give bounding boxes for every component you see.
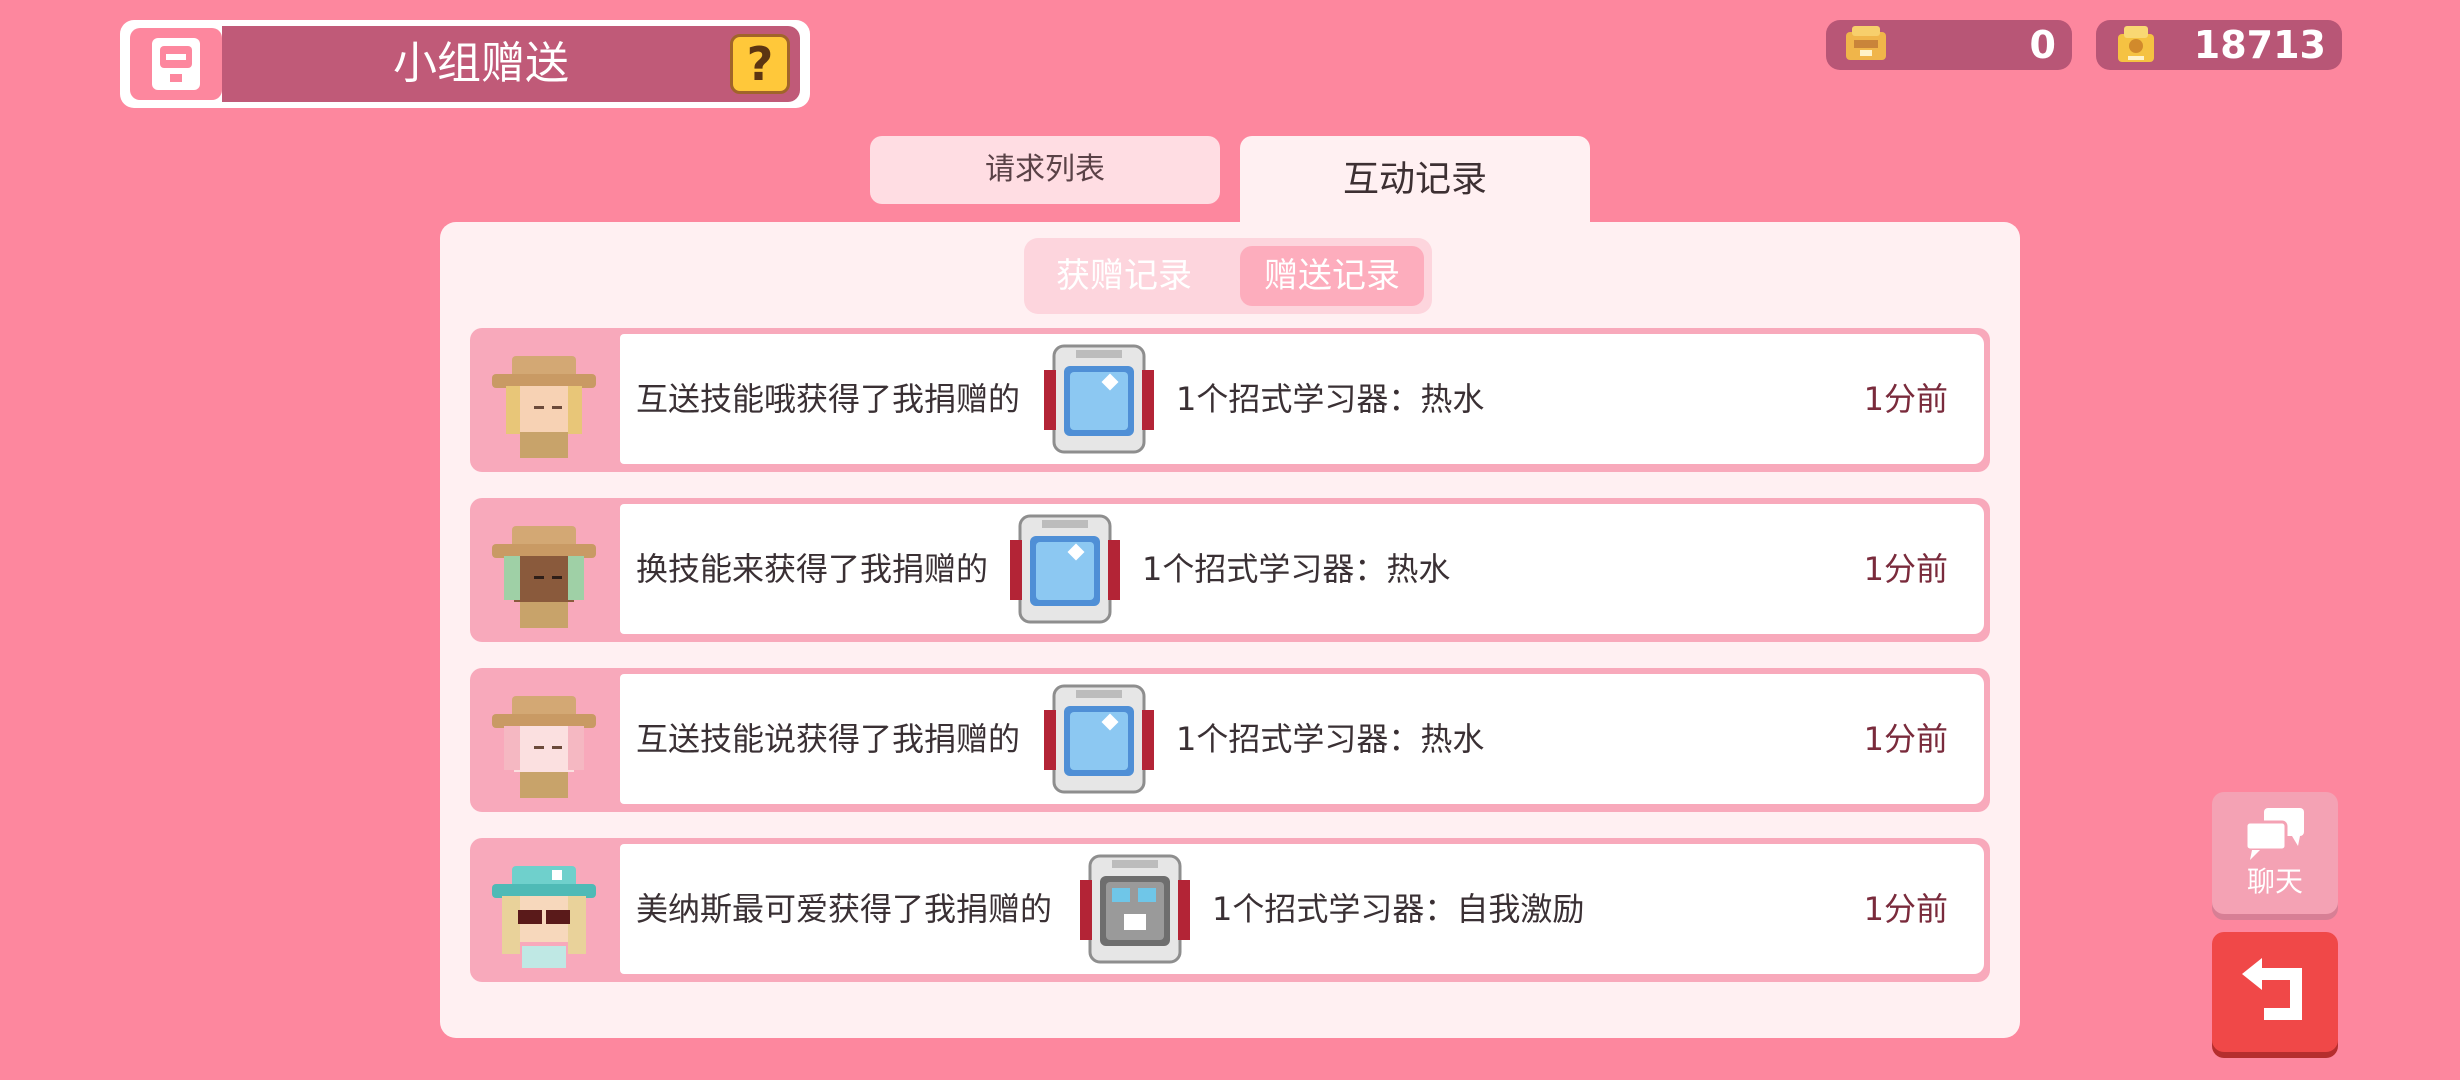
records-panel: 获赠记录 赠送记录 互送技能哦获得了我捐赠的 1个招式学习器：热水 1分前 换技… (440, 222, 2020, 1038)
record-time: 1分前 (1863, 380, 1948, 418)
record-message: 互送技能说获得了我捐赠的 (636, 720, 1021, 758)
record-message: 换技能来获得了我捐赠的 (636, 550, 989, 588)
avatar-frame (470, 328, 620, 472)
page-title: 小组赠送 (393, 38, 569, 89)
return-arrow-icon (2242, 958, 2302, 1020)
sent-records-tab[interactable]: 赠送记录 (1240, 246, 1424, 306)
bean-count: 0 (2029, 23, 2056, 67)
record-content: 互送技能哦获得了我捐赠的 1个招式学习器：热水 1分前 (620, 334, 1984, 464)
tab-interaction-records[interactable]: 互动记录 (1240, 136, 1590, 232)
record-message: 美纳斯最可爱获得了我捐赠的 (636, 890, 1053, 928)
avatar-frame (470, 838, 620, 982)
move-learner-icon (1010, 514, 1120, 624)
record-item: 换技能来获得了我捐赠的 1个招式学习器：热水 1分前 (470, 498, 1990, 642)
record-item: 美纳斯最可爱获得了我捐赠的 1个招式学习器：自我激励 1分前 (470, 838, 1990, 982)
tab-request-list[interactable]: 请求列表 (870, 136, 1220, 204)
record-item: 互送技能说获得了我捐赠的 1个招式学习器：热水 1分前 (470, 668, 1990, 812)
record-content: 互送技能说获得了我捐赠的 1个招式学习器：热水 1分前 (620, 674, 1984, 804)
avatar[interactable] (482, 352, 606, 462)
title-panel: 小组赠送 ? (120, 20, 810, 108)
self-motivation-learner-icon (1080, 854, 1190, 964)
chat-button[interactable]: 聊天 (2212, 792, 2338, 914)
avatar[interactable] (482, 522, 606, 632)
move-learner-icon (1044, 684, 1154, 794)
record-time: 1分前 (1863, 550, 1948, 588)
record-item-name: 1个招式学习器：热水 (1176, 720, 1485, 758)
coin-count: 18713 (2193, 23, 2326, 67)
record-content: 美纳斯最可爱获得了我捐赠的 1个招式学习器：自我激励 1分前 (620, 844, 1984, 974)
record-item-name: 1个招式学习器：热水 (1142, 550, 1451, 588)
received-records-tab[interactable]: 获赠记录 (1034, 246, 1214, 306)
record-type-switch: 获赠记录 赠送记录 (1024, 238, 1432, 314)
record-item: 互送技能哦获得了我捐赠的 1个招式学习器：热水 1分前 (470, 328, 1990, 472)
title-bar: 小组赠送 ? (222, 26, 800, 102)
group-logo-icon (130, 28, 222, 100)
coin-currency-icon (2118, 26, 2154, 62)
record-message: 互送技能哦获得了我捐赠的 (636, 380, 1021, 418)
record-time: 1分前 (1863, 720, 1948, 758)
move-learner-icon (1044, 344, 1154, 454)
avatar[interactable] (482, 692, 606, 802)
avatar-frame (470, 498, 620, 642)
coin-counter: 18713 (2096, 20, 2342, 70)
bean-currency-icon (1846, 26, 1886, 60)
avatar-frame (470, 668, 620, 812)
chat-bubbles-icon (2244, 808, 2304, 860)
record-item-name: 1个招式学习器：热水 (1176, 380, 1485, 418)
avatar[interactable] (482, 862, 606, 972)
chat-label: 聊天 (2246, 865, 2303, 898)
record-item-name: 1个招式学习器：自我激励 (1212, 890, 1585, 928)
record-time: 1分前 (1863, 890, 1948, 928)
bean-counter: 0 (1826, 20, 2072, 70)
back-button[interactable] (2212, 932, 2338, 1052)
record-content: 换技能来获得了我捐赠的 1个招式学习器：热水 1分前 (620, 504, 1984, 634)
help-button[interactable]: ? (730, 34, 790, 94)
